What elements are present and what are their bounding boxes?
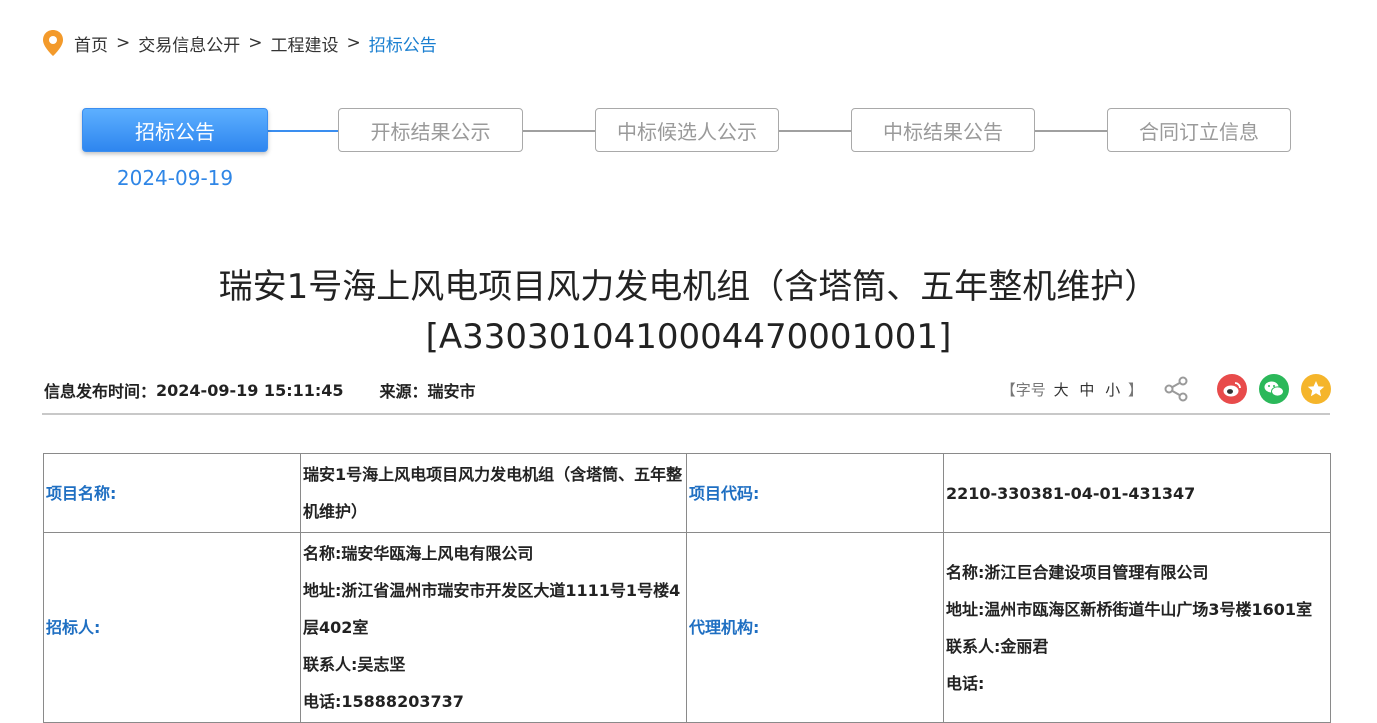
step-tender-notice[interactable]: 招标公告 (82, 108, 268, 152)
tenderer-phone: 电话:15888203737 (303, 692, 464, 711)
share-icon[interactable] (1161, 374, 1191, 404)
project-name-value: 瑞安1号海上风电项目风力发电机组（含塔筒、五年整机维护） (300, 453, 687, 533)
step-date: 2024-09-19 (116, 166, 234, 190)
tenderer-address: 地址:浙江省温州市瑞安市开发区大道1111号1号楼4层402室 (303, 581, 681, 637)
source-label: 来源： (379, 382, 428, 401)
publish-time: 2024-09-19 15:11:45 (156, 380, 344, 400)
table-row: 项目名称: 瑞安1号海上风电项目风力发电机组（含塔筒、五年整机维护） 项目代码:… (43, 453, 1331, 533)
project-code-label: 项目代码: (686, 453, 944, 533)
step-winning-result[interactable]: 中标结果公告 (851, 108, 1035, 152)
publish-time-label: 信息发布时间： (44, 382, 157, 401)
tenderer-label: 招标人: (43, 532, 301, 723)
agency-label: 代理机构: (686, 532, 944, 723)
meta-divider (42, 413, 1330, 415)
step-connector (268, 130, 338, 132)
step-connector (1035, 130, 1107, 132)
favorite-star-icon[interactable] (1301, 374, 1331, 404)
step-winning-candidates[interactable]: 中标候选人公示 (595, 108, 779, 152)
agency-phone: 电话: (946, 673, 985, 693)
title-code: [A3303010410004470001001] (425, 317, 952, 357)
breadcrumb-engineering[interactable]: 工程建设 (271, 31, 339, 56)
page-title: 瑞安1号海上风电项目风力发电机组（含塔筒、五年整机维护） [A330301041… (40, 262, 1337, 362)
agency-info: 名称:浙江巨合建设项目管理有限公司 地址:温州市瓯海区新桥街道牛山广场3号楼16… (943, 532, 1331, 723)
project-code-value: 2210-330381-04-01-431347 (943, 453, 1331, 533)
title-line: 瑞安1号海上风电项目风力发电机组（含塔筒、五年整机维护） (218, 267, 1159, 307)
font-size-close: 】 (1127, 380, 1143, 399)
source-value: 瑞安市 (427, 382, 476, 401)
location-pin-icon (43, 30, 63, 56)
tenderer-name: 名称:瑞安华瓯海上风电有限公司 (303, 544, 534, 563)
font-size-control: 【字号 大 中 小 】 (1001, 379, 1143, 400)
breadcrumb-separator: > (248, 33, 263, 53)
wechat-icon[interactable] (1259, 374, 1289, 404)
step-connector (523, 130, 595, 132)
tenderer-contact: 联系人:吴志坚 (303, 655, 406, 674)
article-tools: 【字号 大 中 小 】 (1001, 372, 1331, 406)
publish-meta: 信息发布时间： 2024-09-19 15:11:45 来源： 瑞安市 (44, 376, 476, 404)
breadcrumb-separator: > (346, 33, 361, 53)
step-contract-info[interactable]: 合同订立信息 (1107, 108, 1291, 152)
process-steps: 招标公告 开标结果公示 中标候选人公示 中标结果公告 合同订立信息 (0, 106, 1377, 156)
breadcrumb-separator: > (116, 33, 131, 53)
breadcrumb-trade-info[interactable]: 交易信息公开 (138, 31, 240, 56)
project-name-label: 项目名称: (43, 453, 301, 533)
agency-contact: 联系人:金丽君 (946, 636, 1049, 656)
font-size-small[interactable]: 小 (1105, 381, 1120, 399)
font-size-large[interactable]: 大 (1054, 381, 1069, 399)
breadcrumb-current[interactable]: 招标公告 (369, 31, 437, 56)
font-size-label: 【字号 (1000, 380, 1046, 399)
breadcrumb: 首页 > 交易信息公开 > 工程建设 > 招标公告 (42, 28, 437, 58)
agency-address: 地址:温州市瓯海区新桥街道牛山广场3号楼1601室 (946, 599, 1313, 619)
font-size-medium[interactable]: 中 (1079, 381, 1094, 399)
tender-info-table: 项目名称: 瑞安1号海上风电项目风力发电机组（含塔筒、五年整机维护） 项目代码:… (43, 453, 1331, 723)
breadcrumb-home[interactable]: 首页 (74, 31, 108, 56)
table-row: 招标人: 名称:瑞安华瓯海上风电有限公司 地址:浙江省温州市瑞安市开发区大道11… (43, 532, 1331, 723)
agency-name: 名称:浙江巨合建设项目管理有限公司 (946, 562, 1209, 582)
tenderer-info: 名称:瑞安华瓯海上风电有限公司 地址:浙江省温州市瑞安市开发区大道1111号1号… (300, 532, 687, 723)
weibo-icon[interactable] (1217, 374, 1247, 404)
step-bid-opening-result[interactable]: 开标结果公示 (338, 108, 523, 152)
step-connector (779, 130, 851, 132)
